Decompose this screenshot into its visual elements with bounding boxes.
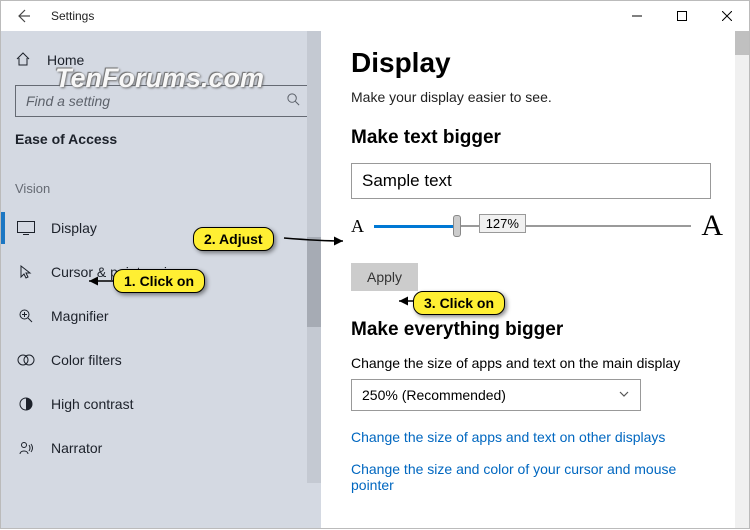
home-icon (15, 51, 33, 70)
page-title: Display (351, 47, 719, 79)
home-label: Home (47, 52, 84, 68)
magnifier-icon (17, 308, 35, 324)
sidebar-item-label: Narrator (51, 440, 102, 456)
maximize-button[interactable] (659, 1, 704, 31)
nav-list: Display Cursor & pointer size Magnifier … (15, 206, 311, 470)
scale-description: Change the size of apps and text on the … (351, 355, 719, 371)
minimize-button[interactable] (614, 1, 659, 31)
link-other-displays[interactable]: Change the size of apps and text on othe… (351, 429, 719, 445)
sidebar-item-high-contrast[interactable]: High contrast (15, 382, 311, 426)
content-pane: Display Make your display easier to see.… (321, 31, 749, 528)
high-contrast-icon (17, 396, 35, 412)
close-button[interactable] (704, 1, 749, 31)
section-make-everything-bigger: Make everything bigger (351, 319, 719, 341)
slider-min-icon: A (351, 216, 364, 237)
slider-track[interactable]: 127% (374, 216, 691, 236)
display-icon (17, 221, 35, 235)
sidebar-item-label: Magnifier (51, 308, 109, 324)
link-cursor-pointer[interactable]: Change the size and color of your cursor… (351, 461, 719, 493)
search-input[interactable] (15, 85, 311, 117)
sidebar-scrollbar[interactable] (307, 31, 321, 483)
back-button[interactable] (13, 6, 33, 26)
group-label: Vision (15, 181, 311, 196)
scrollbar-thumb[interactable] (735, 31, 749, 55)
search-icon (286, 92, 302, 110)
sidebar-item-display[interactable]: Display (15, 206, 311, 250)
home-button[interactable]: Home (15, 45, 311, 75)
sidebar: Home Ease of Access Vision Display Curso… (1, 31, 321, 528)
apply-button[interactable]: Apply (351, 263, 418, 291)
sidebar-item-label: High contrast (51, 396, 133, 412)
slider-value-tooltip: 127% (479, 214, 526, 233)
slider-thumb[interactable] (453, 215, 461, 237)
slider-max-icon: A (701, 209, 723, 243)
sample-text: Sample text (362, 171, 452, 191)
scrollbar-thumb[interactable] (307, 237, 321, 327)
sidebar-item-label: Cursor & pointer size (51, 264, 182, 280)
narrator-icon (17, 440, 35, 456)
section-make-text-bigger: Make text bigger (351, 127, 719, 149)
text-size-slider[interactable]: A 127% A (351, 209, 723, 243)
sidebar-item-narrator[interactable]: Narrator (15, 426, 311, 470)
sidebar-item-magnifier[interactable]: Magnifier (15, 294, 311, 338)
content-scrollbar[interactable] (735, 31, 749, 528)
titlebar: Settings (1, 1, 749, 31)
sidebar-item-label: Display (51, 220, 97, 236)
scale-dropdown-value: 250% (Recommended) (362, 387, 506, 403)
chevron-down-icon (618, 387, 630, 403)
scale-dropdown[interactable]: 250% (Recommended) (351, 379, 641, 411)
color-filters-icon (17, 352, 35, 368)
sidebar-item-label: Color filters (51, 352, 122, 368)
page-subtitle: Make your display easier to see. (351, 89, 719, 105)
search-field[interactable] (24, 92, 286, 110)
sidebar-item-cursor[interactable]: Cursor & pointer size (15, 250, 311, 294)
sample-text-box: Sample text (351, 163, 711, 199)
cursor-icon (17, 264, 35, 280)
sidebar-item-color-filters[interactable]: Color filters (15, 338, 311, 382)
category-title: Ease of Access (15, 131, 311, 147)
window-title: Settings (51, 9, 94, 23)
